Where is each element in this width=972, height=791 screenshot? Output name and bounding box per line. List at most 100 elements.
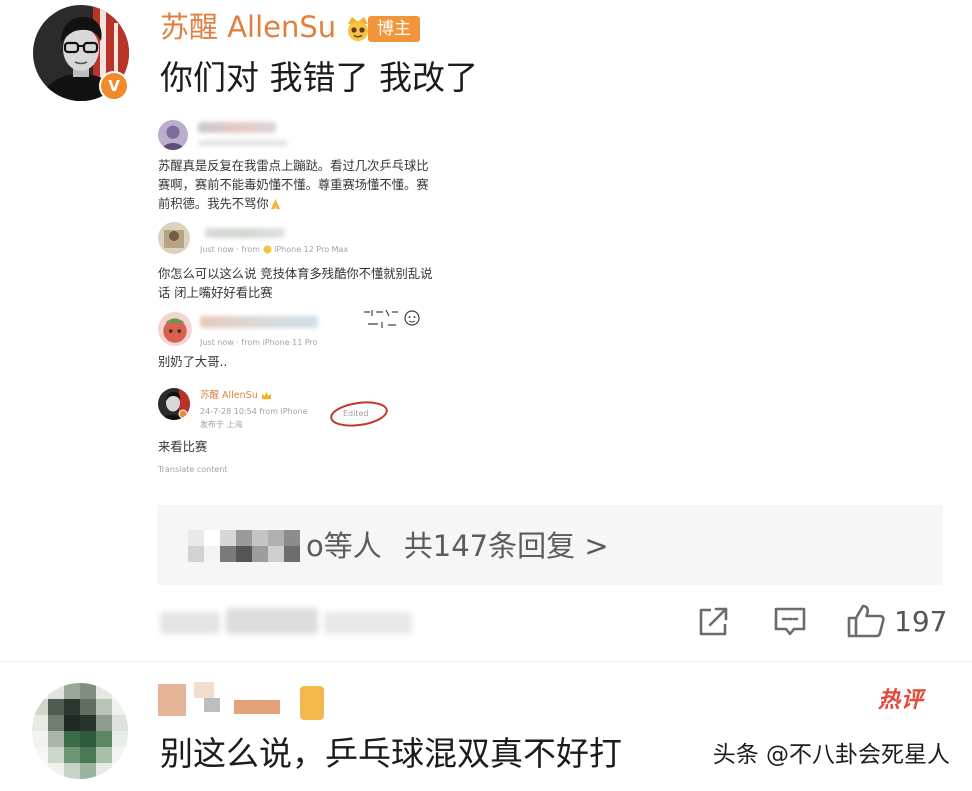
comment-button[interactable] (772, 605, 808, 639)
blurred-username (198, 122, 276, 133)
hot-comment-avatar[interactable] (32, 683, 128, 779)
blurred-text (160, 612, 220, 634)
mosaic-tile (48, 715, 64, 731)
image-comment-text: 你怎么可以这么说 竞技体育多残酷你不懂就别乱说话 闭上嘴好好看比赛 (158, 267, 433, 300)
avatar-photo (158, 312, 192, 346)
avatar-photo (158, 120, 188, 150)
image-comment-text-body: 苏醒真是反复在我雷点上蹦跶。看过几次乒乓球比赛啊，赛前不能毒奶懂不懂。尊重赛场懂… (158, 159, 429, 211)
pray-hands-icon (270, 198, 280, 210)
mosaic-tile (64, 683, 80, 699)
avatar-photo (158, 222, 190, 254)
mosaic-tile (268, 546, 284, 562)
mosaic-tile (64, 715, 80, 731)
mosaic-tile (96, 715, 112, 731)
replies-others-label: o等人 (306, 529, 382, 563)
mosaic-tile (32, 683, 48, 699)
mosaic-tile (48, 699, 64, 715)
image-comment-meta: Just now · from iPhone 12 Pro Max (200, 244, 348, 255)
mosaic-tile (112, 683, 128, 699)
mosaic-tile (80, 715, 96, 731)
image-comment-meta: Just now · from iPhone 11 Pro (200, 338, 318, 347)
mosaic-tile (96, 731, 112, 747)
avatar-photo (158, 388, 190, 420)
mosaic-tile (80, 763, 96, 779)
like-count: 197 (894, 605, 948, 638)
image-comment-text: 来看比赛 (158, 440, 208, 454)
image-comment-location: 发布于 上海 (200, 420, 243, 429)
author-name-small: 苏醒 AllenSu (200, 390, 258, 401)
user-badge-icon (300, 686, 324, 720)
image-comment-text: 苏醒真是反复在我雷点上蹦跶。看过几次乒乓球比赛啊，赛前不能毒奶懂不懂。尊重赛场懂… (158, 157, 434, 214)
author-name[interactable]: 苏醒 AllenSu (160, 7, 336, 47)
mosaic-tile (64, 747, 80, 763)
image-comment-meta: 24-7-28 10:54 from iPhone (200, 407, 308, 416)
mosaic-tile (96, 699, 112, 715)
mosaic-tile (64, 763, 80, 779)
like-icon (847, 604, 885, 638)
image-comment-avatar (158, 388, 190, 420)
mosaic-tile (96, 747, 112, 763)
blurred-post-meta (160, 608, 420, 638)
mosaic-tile (48, 683, 64, 699)
meta-time: Just now · from (200, 245, 261, 254)
crown-icon (261, 391, 271, 400)
comment-divider (0, 661, 972, 662)
share-button[interactable] (696, 605, 732, 639)
blurred-username (200, 316, 318, 328)
mosaic-tile (80, 747, 96, 763)
mosaic-tile (48, 747, 64, 763)
mosaic-tile (204, 530, 220, 546)
hot-comment-text: 别这么说，乒乓球混双真不好打 (160, 734, 622, 773)
comment-text: 你们对 我错了 我改了 (160, 58, 478, 97)
mosaic-tile (32, 715, 48, 731)
mosaic-tile (48, 731, 64, 747)
image-comment-avatar (158, 222, 190, 254)
pixelated-hot-comment-username[interactable] (158, 680, 333, 724)
pixelated-username-block (204, 698, 220, 712)
mosaic-tile (32, 763, 48, 779)
mosaic-tile (236, 530, 252, 546)
mosaic-tile (188, 530, 204, 546)
mosaic-tile (96, 683, 112, 699)
mosaic-tile (32, 699, 48, 715)
mosaic-tile (112, 715, 128, 731)
replies-summary-row: o等人 共147条回复 > (188, 527, 609, 565)
mosaic-tile (112, 763, 128, 779)
pixelated-reply-username (188, 530, 300, 562)
mosaic-tile (112, 699, 128, 715)
pixelated-username-block (194, 682, 214, 698)
image-comment-author-name: 苏醒 AllenSu (200, 390, 272, 402)
mosaic-tile (236, 546, 252, 562)
mosaic-tile (252, 546, 268, 562)
mosaic-tile (220, 530, 236, 546)
image-comment-avatar (158, 312, 192, 346)
emoji-icon (263, 245, 272, 254)
watermark: 头条 @不八卦会死星人 (712, 742, 950, 768)
blogger-badge: 博主 (368, 16, 420, 42)
replies-summary[interactable]: o等人 共147条回复 > (157, 505, 943, 585)
mosaic-tile (32, 747, 48, 763)
mosaic-tile (96, 763, 112, 779)
mosaic-tile (112, 747, 128, 763)
author-avatar[interactable]: V (33, 5, 129, 101)
mosaic-tile (112, 731, 128, 747)
comment-image[interactable]: 苏醒真是反复在我雷点上蹦跶。看过几次乒乓球比赛啊，赛前不能毒奶懂不懂。尊重赛场懂… (150, 112, 450, 484)
image-comment-text: 别奶了大哥.. (158, 355, 228, 369)
mosaic-tile (284, 546, 300, 562)
mosaic-tile (220, 546, 236, 562)
mosaic-tile (252, 530, 268, 546)
share-icon (699, 607, 728, 636)
mosaic-tile (64, 699, 80, 715)
comment-icon (774, 607, 806, 636)
pixelated-username-block (234, 700, 280, 714)
pixelated-username-block (158, 684, 186, 716)
edited-highlight-circle (330, 401, 388, 427)
blurred-text (324, 612, 412, 634)
mosaic-tile (268, 530, 284, 546)
mosaic-tile (204, 546, 220, 562)
mosaic-tile (80, 699, 96, 715)
mosaic-tile (64, 731, 80, 747)
blurred-text (226, 608, 318, 634)
like-button[interactable] (846, 603, 886, 639)
hot-comment-tag: 热评 (878, 688, 925, 713)
